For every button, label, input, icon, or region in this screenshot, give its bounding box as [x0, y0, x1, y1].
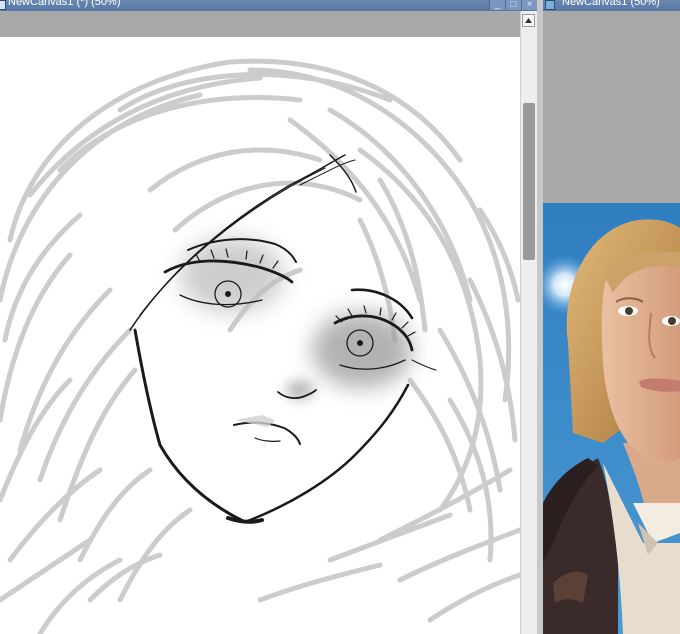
canvas-window-icon — [0, 0, 6, 10]
scroll-up-arrow-icon — [525, 18, 532, 23]
window-title: NewCanvas1 (50%) — [562, 0, 660, 8]
line-art-sketch — [0, 58, 520, 634]
hair-sketch-strokes — [0, 58, 520, 634]
title-bar[interactable]: NewCanvas1 (50%) — [543, 0, 680, 11]
scroll-thumb[interactable] — [523, 103, 535, 260]
reference-photo — [543, 203, 680, 634]
title-bar[interactable]: NewCanvas1 (*) (50%) _ □ × — [0, 0, 537, 11]
reference-photo-image — [543, 203, 680, 634]
canvas-window-sketch[interactable]: NewCanvas1 (*) (50%) _ □ × — [0, 0, 537, 634]
minimize-button[interactable]: _ — [489, 0, 505, 10]
canvas-window-icon — [545, 0, 555, 10]
window-title: NewCanvas1 (*) (50%) — [8, 0, 121, 8]
close-button[interactable]: × — [521, 0, 537, 10]
lip-shading — [235, 415, 275, 427]
vertical-scrollbar[interactable] — [520, 11, 537, 634]
canvas-window-reference[interactable]: NewCanvas1 (50%) — [543, 0, 680, 634]
maximize-button[interactable]: □ — [505, 0, 521, 10]
canvas-margin — [0, 11, 520, 37]
scroll-up-button[interactable] — [522, 14, 535, 27]
drawing-canvas[interactable] — [0, 37, 520, 634]
